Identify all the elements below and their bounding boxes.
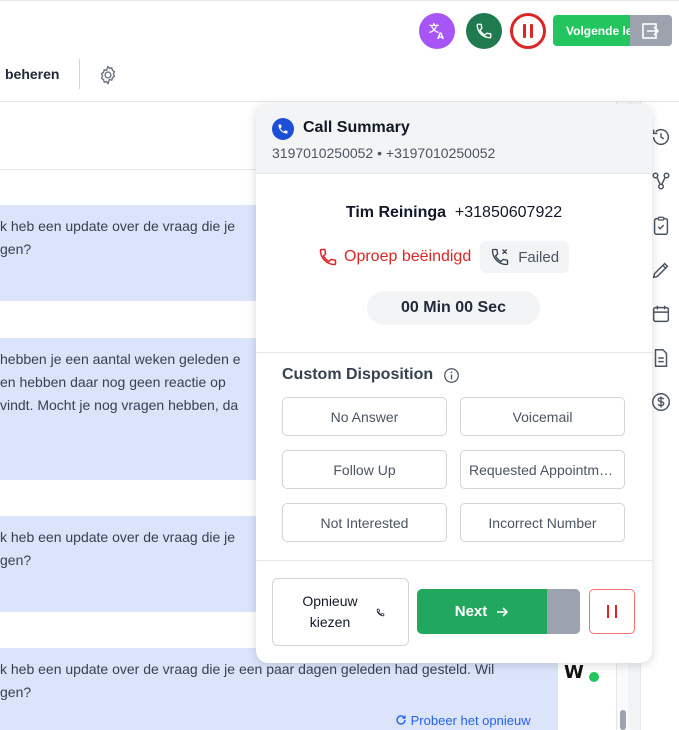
translate-button[interactable]: 文 A bbox=[419, 13, 455, 49]
phone-icon bbox=[272, 118, 294, 140]
manage-tab[interactable]: beheren bbox=[5, 66, 59, 82]
disposition-label: Follow Up bbox=[333, 461, 396, 478]
next-label: Next bbox=[454, 603, 488, 620]
disposition-label: Not Interested bbox=[320, 514, 409, 531]
next-button-overlay bbox=[547, 589, 580, 634]
next-button-content: Next bbox=[417, 589, 547, 634]
top-bar: 文 A Volgende lead bbox=[0, 0, 679, 56]
workflow-icon[interactable] bbox=[650, 170, 672, 192]
disposition-voicemail[interactable]: Voicemail bbox=[460, 397, 625, 436]
call-summary-numbers: 3197010250052 • +3197010250052 bbox=[272, 145, 496, 161]
disposition-title: Custom Disposition bbox=[282, 366, 434, 383]
pause-bar bbox=[607, 605, 609, 618]
pause-icon bbox=[523, 24, 533, 38]
disposition-requested-appointment[interactable]: Requested Appointment bbox=[460, 450, 625, 489]
toolbar-divider bbox=[79, 59, 80, 89]
redial-label: Opnieuw kiezen bbox=[302, 593, 358, 630]
clipboard-check-icon[interactable] bbox=[650, 215, 672, 237]
refresh-icon bbox=[396, 715, 406, 725]
info-icon[interactable] bbox=[443, 367, 460, 384]
history-icon[interactable] bbox=[650, 126, 672, 148]
redial-button[interactable]: Opnieuw kiezen bbox=[272, 578, 409, 646]
call-summary-title: Call Summary bbox=[303, 119, 410, 136]
disposition-not-interested[interactable]: Not Interested bbox=[282, 503, 447, 542]
contact-name: Tim Reininga bbox=[345, 204, 447, 221]
calendar-icon[interactable] bbox=[650, 303, 672, 325]
exit-icon bbox=[630, 15, 672, 46]
phone-hangup-icon bbox=[319, 248, 337, 266]
contact-phone: +31850607922 bbox=[454, 204, 563, 221]
svg-text:W: W bbox=[564, 662, 584, 683]
document-icon[interactable] bbox=[650, 347, 672, 369]
disposition-heading: Custom Disposition bbox=[282, 366, 460, 384]
pencil-icon[interactable] bbox=[650, 259, 672, 281]
call-status-row: Oproep beëindigd Failed bbox=[318, 241, 570, 273]
svg-text:A: A bbox=[437, 32, 444, 40]
retry-link[interactable]: Probeer het opnieuw bbox=[395, 713, 531, 728]
pause-bar bbox=[615, 605, 617, 618]
retry-label: Probeer het opnieuw bbox=[410, 713, 531, 728]
phone-missed-icon bbox=[492, 248, 509, 266]
phone-icon bbox=[476, 23, 492, 39]
next-lead-button[interactable]: Volgende lead bbox=[553, 15, 672, 46]
failed-label: Failed bbox=[518, 248, 560, 266]
disposition-no-answer[interactable]: No Answer bbox=[282, 397, 447, 436]
pause-button[interactable] bbox=[510, 13, 546, 49]
scrollbar-thumb[interactable] bbox=[620, 710, 626, 730]
phone-icon bbox=[376, 608, 385, 616]
disposition-label: Voicemail bbox=[512, 408, 573, 425]
arrow-right-icon bbox=[497, 606, 509, 617]
toolbar: beheren bbox=[0, 56, 679, 102]
translate-icon: 文 A bbox=[429, 22, 444, 40]
disposition-label: Incorrect Number bbox=[488, 514, 597, 531]
call-duration: 00 Min 00 Sec bbox=[367, 291, 540, 325]
divider bbox=[256, 352, 652, 353]
call-ended-label: Oproep beëindigd bbox=[344, 248, 472, 265]
contact-info: Tim Reininga +31850607922 bbox=[256, 204, 652, 222]
failed-badge: Failed bbox=[480, 241, 570, 273]
message-line: gen? bbox=[0, 684, 32, 700]
dollar-icon[interactable] bbox=[650, 391, 672, 413]
next-button[interactable]: Next bbox=[417, 589, 580, 634]
call-ended-status: Oproep beëindigd bbox=[318, 247, 471, 267]
pause-button[interactable] bbox=[589, 589, 635, 634]
disposition-label: Requested Appointment bbox=[469, 461, 616, 478]
disposition-label: No Answer bbox=[330, 408, 399, 425]
call-summary-panel: Call Summary 3197010250052 • +3197010250… bbox=[256, 104, 652, 663]
call-summary-header: Call Summary 3197010250052 • +3197010250… bbox=[256, 104, 652, 174]
call-button[interactable] bbox=[466, 13, 502, 49]
disposition-incorrect-number[interactable]: Incorrect Number bbox=[460, 503, 625, 542]
divider bbox=[256, 560, 652, 561]
gear-icon[interactable] bbox=[97, 64, 119, 86]
disposition-follow-up[interactable]: Follow Up bbox=[282, 450, 447, 489]
